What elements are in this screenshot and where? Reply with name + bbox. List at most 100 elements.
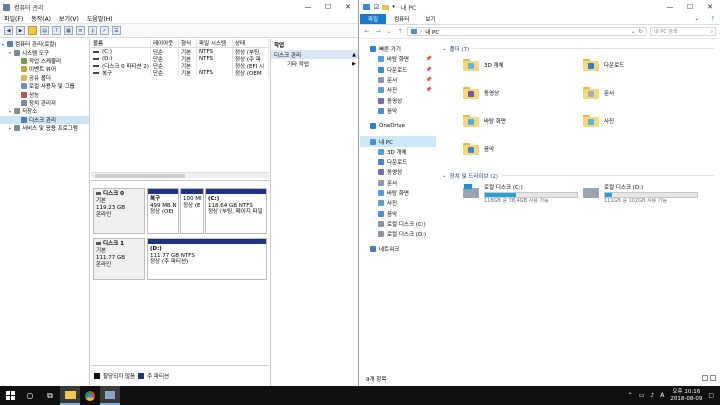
tree-item[interactable]: 이벤트 뷰어 <box>0 65 89 73</box>
drive-item[interactable]: 로컬 디스크 (C:) 118GB 중 78.4GB 사용 가능 <box>463 184 578 205</box>
nav-item[interactable]: 다운로드 <box>360 157 436 167</box>
folder-item[interactable]: 다운로드 <box>583 58 624 71</box>
actions-section-disk-management[interactable]: 디스크 관리 ▲ <box>271 50 358 59</box>
pin-icon[interactable]: 📌 <box>426 67 432 73</box>
tree-item[interactable]: ▾ 저장소 <box>0 107 89 115</box>
folder-icon[interactable] <box>28 26 37 35</box>
table-row[interactable]: (디스크 0 파티션 2) 단순 기본 정상 (EFI 시 <box>91 62 269 69</box>
volume-icon[interactable]: ♪ <box>650 392 654 399</box>
partition-c[interactable]: (C:) 118.64 GB NTFS 정상 (부팅, 페이지 파일 <box>205 188 267 234</box>
folder-item[interactable]: 음악 <box>463 142 494 155</box>
nav-item[interactable]: 네트워크 <box>360 244 436 254</box>
breadcrumb-this-pc[interactable]: 내 PC <box>425 28 439 36</box>
maximize-button[interactable]: ☐ <box>318 0 338 14</box>
nav-item[interactable]: 3D 개체 <box>360 147 436 157</box>
col-status[interactable]: 상태 <box>233 39 269 47</box>
collapse-icon[interactable]: ▲ <box>352 52 356 58</box>
menu-help[interactable]: 도움말(H) <box>87 14 113 23</box>
tree-item[interactable]: 성능 <box>0 90 89 99</box>
network-icon[interactable]: ▭ <box>639 392 645 399</box>
forward-arrow-icon[interactable]: → <box>374 28 382 35</box>
folder-item[interactable]: 바탕 화면 <box>463 114 506 127</box>
tree-item[interactable]: 공유 폴더 <box>0 74 89 82</box>
nav-item[interactable]: 문서 <box>360 178 436 188</box>
nav-item[interactable]: 사진 <box>360 198 436 208</box>
start-button[interactable] <box>0 386 20 405</box>
details-icon[interactable]: ☰ <box>112 26 121 35</box>
tab-view[interactable]: 보기 <box>417 14 443 24</box>
disk-1-label[interactable]: 디스크 1 기본 111.77 GB 온라인 <box>93 238 145 280</box>
address-bar[interactable]: › 내 PC ⌄ ↻ <box>407 27 647 36</box>
close-button[interactable]: ✕ <box>700 0 720 14</box>
col-type[interactable]: 형식 <box>179 39 197 47</box>
nav-item[interactable]: 로컬 디스크 (C:) <box>360 219 436 229</box>
nav-item[interactable]: 음악 <box>360 106 436 116</box>
tree-item[interactable]: 로컬 사용자 및 그룹 <box>0 82 89 90</box>
group-header-drives[interactable]: ⌄ 장치 및 드라이브 (2) <box>437 171 720 180</box>
menu-view[interactable]: 보기(V) <box>59 14 79 23</box>
forward-arrow-icon[interactable]: ▶ <box>16 26 25 35</box>
nav-item[interactable]: 바탕 화면 <box>360 188 436 198</box>
nav-item[interactable]: 다운로드 📌 <box>360 65 436 75</box>
nav-item[interactable]: 로컬 디스크 (D:) <box>360 229 436 239</box>
menu-file[interactable]: 파일(F) <box>4 14 23 23</box>
col-layout[interactable]: 레이아웃 <box>151 39 179 47</box>
tree-item[interactable]: 디스크 관리 <box>0 115 89 124</box>
partition-recovery[interactable]: 복구 499 MB N 정상 (OEI <box>147 188 179 234</box>
notification-icon[interactable]: ▢ <box>708 392 714 399</box>
partition-efi[interactable]: 100 MI 정상 (E <box>180 188 204 234</box>
recent-dropdown-icon[interactable]: ⌄ <box>385 28 393 35</box>
pin-icon[interactable]: 📌 <box>426 77 432 83</box>
minimize-button[interactable]: — <box>298 0 318 14</box>
properties-icon[interactable]: ▤ <box>40 26 49 35</box>
table-row[interactable]: (C:) 단순 기본 NTFS 정상 (부팅, <box>91 48 269 55</box>
qat-dropdown-icon[interactable]: ▾ <box>392 4 395 10</box>
ribbon-expand-icon[interactable]: ⌄ <box>688 14 705 24</box>
col-volume[interactable]: 볼륨 <box>91 39 151 47</box>
tree-item[interactable]: 장치 관리자 <box>0 99 89 107</box>
minimize-button[interactable]: — <box>660 0 680 14</box>
pin-icon[interactable]: 📌 <box>426 56 432 62</box>
nav-item[interactable]: 빠른 가기 <box>360 44 436 54</box>
action-more-actions[interactable]: 기타 작업 ▶ <box>271 59 358 68</box>
nav-item[interactable]: 동영상 <box>360 167 436 177</box>
key-icon[interactable]: ⚷ <box>88 26 97 35</box>
disk-0-label[interactable]: 디스크 0 기본 119.23 GB 온라인 <box>93 188 145 234</box>
search-button[interactable]: ○ <box>20 386 40 405</box>
maximize-button[interactable]: ☐ <box>680 0 700 14</box>
folder-item[interactable]: 동영상 <box>463 86 499 99</box>
tab-computer[interactable]: 컴퓨터 <box>386 14 417 24</box>
group-header-folders[interactable]: ⌄ 폴더 (7) <box>437 44 720 53</box>
help-icon[interactable]: ? <box>705 14 720 24</box>
tree-item[interactable]: ▾ 서비스 및 응용 프로그램 <box>0 124 89 132</box>
grid-icon[interactable]: ▦ <box>64 26 73 35</box>
folder-item[interactable]: 문서 <box>583 86 614 99</box>
nav-item[interactable]: 음악 <box>360 208 436 218</box>
close-button[interactable]: ✕ <box>338 0 358 14</box>
list-view-icon[interactable]: ≡ <box>76 26 85 35</box>
col-filesystem[interactable]: 파일 시스템 <box>197 39 233 47</box>
search-input[interactable]: 내 PC 검색 ⌕ <box>650 27 716 36</box>
nav-item[interactable]: 문서 📌 <box>360 75 436 85</box>
up-arrow-icon[interactable]: ↑ <box>396 28 404 35</box>
pin-icon[interactable]: 📌 <box>426 87 432 93</box>
help-icon[interactable]: ? <box>52 26 61 35</box>
nav-item[interactable]: 사진 📌 <box>360 85 436 95</box>
tree-item[interactable]: ▾ 시스템 도구 <box>0 48 89 57</box>
tray-chevron-icon[interactable]: ⌃ <box>628 392 633 399</box>
table-row[interactable]: 복구 단순 기본 NTFS 정상 (OEM <box>91 69 269 76</box>
taskbar-file-explorer[interactable] <box>60 386 80 405</box>
large-icons-view-icon[interactable] <box>710 375 716 381</box>
back-arrow-icon[interactable]: ← <box>363 28 371 35</box>
clock[interactable]: 오후 10:16 2018-08-09 <box>670 389 702 403</box>
nav-item[interactable]: 내 PC <box>360 136 436 147</box>
scroll-thumb[interactable] <box>95 174 185 178</box>
tab-file[interactable]: 파일 <box>360 14 387 24</box>
partition-d[interactable]: (D:) 111.77 GB NTFS 정상 (주 파티션) <box>147 238 267 280</box>
refresh-icon[interactable]: ↻ <box>638 29 643 35</box>
address-dropdown-icon[interactable]: ⌄ <box>631 29 636 35</box>
menu-action[interactable]: 동작(A) <box>31 14 51 23</box>
nav-item[interactable]: 바탕 화면 📌 <box>360 54 436 64</box>
back-arrow-icon[interactable]: ◀ <box>4 26 13 35</box>
folder-icon[interactable] <box>382 4 390 10</box>
